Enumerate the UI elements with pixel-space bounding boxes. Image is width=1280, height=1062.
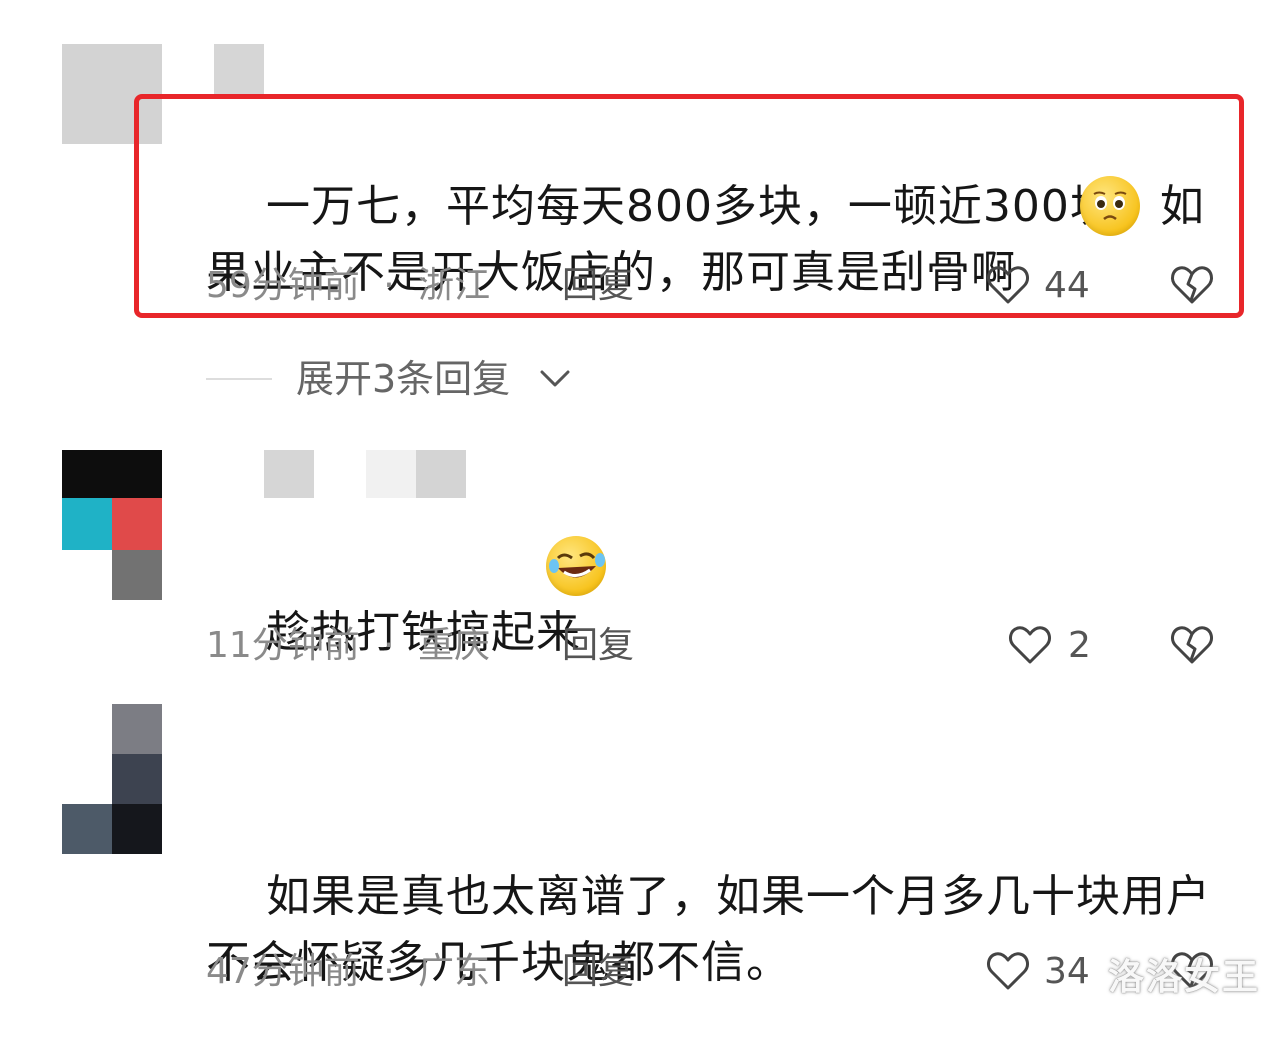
pleading-face-emoji bbox=[1080, 176, 1140, 236]
like-count: 2 bbox=[1068, 625, 1091, 666]
comment-meta: 11分钟前 · 重庆 bbox=[206, 626, 490, 666]
like-count: 34 bbox=[1044, 951, 1090, 992]
like-heart-icon[interactable] bbox=[984, 946, 1032, 994]
timestamp: 59分钟前 bbox=[206, 265, 360, 306]
timestamp: 47分钟前 bbox=[206, 951, 360, 992]
chevron-down-icon[interactable] bbox=[538, 366, 572, 392]
expand-replies-label[interactable]: 展开3条回复 bbox=[296, 358, 510, 400]
watermark: 洛洛女王 bbox=[1107, 957, 1260, 998]
reply-button[interactable]: 回复 bbox=[562, 952, 634, 992]
divider-line bbox=[206, 378, 272, 380]
comment-text: 一万七，平均每天800多块，一顿近300块，如果业主不是开大饭店的，那可真是刮骨… bbox=[206, 181, 1205, 298]
like-count: 44 bbox=[1044, 265, 1090, 306]
dislike-broken-heart-icon[interactable] bbox=[1168, 620, 1216, 668]
rolling-laughing-emoji bbox=[546, 536, 606, 596]
location: 浙江 bbox=[418, 265, 491, 306]
meta-separator: · bbox=[383, 951, 395, 992]
comment-meta: 47分钟前 · 广东 bbox=[206, 952, 490, 992]
meta-separator: · bbox=[383, 265, 395, 306]
meta-separator: · bbox=[383, 625, 395, 666]
comment-meta: 59分钟前 · 浙江 bbox=[206, 266, 490, 306]
reply-button[interactable]: 回复 bbox=[562, 266, 634, 306]
timestamp: 11分钟前 bbox=[206, 625, 360, 666]
reply-button[interactable]: 回复 bbox=[562, 626, 634, 666]
like-heart-icon[interactable] bbox=[984, 260, 1032, 308]
location: 重庆 bbox=[418, 625, 491, 666]
location: 广东 bbox=[418, 951, 491, 992]
like-heart-icon[interactable] bbox=[1006, 620, 1054, 668]
comment-text: 如果是真也太离谱了，如果一个月多几十块用户不会怀疑多几千块鬼都不信。 bbox=[206, 871, 1211, 988]
dislike-broken-heart-icon[interactable] bbox=[1168, 260, 1216, 308]
